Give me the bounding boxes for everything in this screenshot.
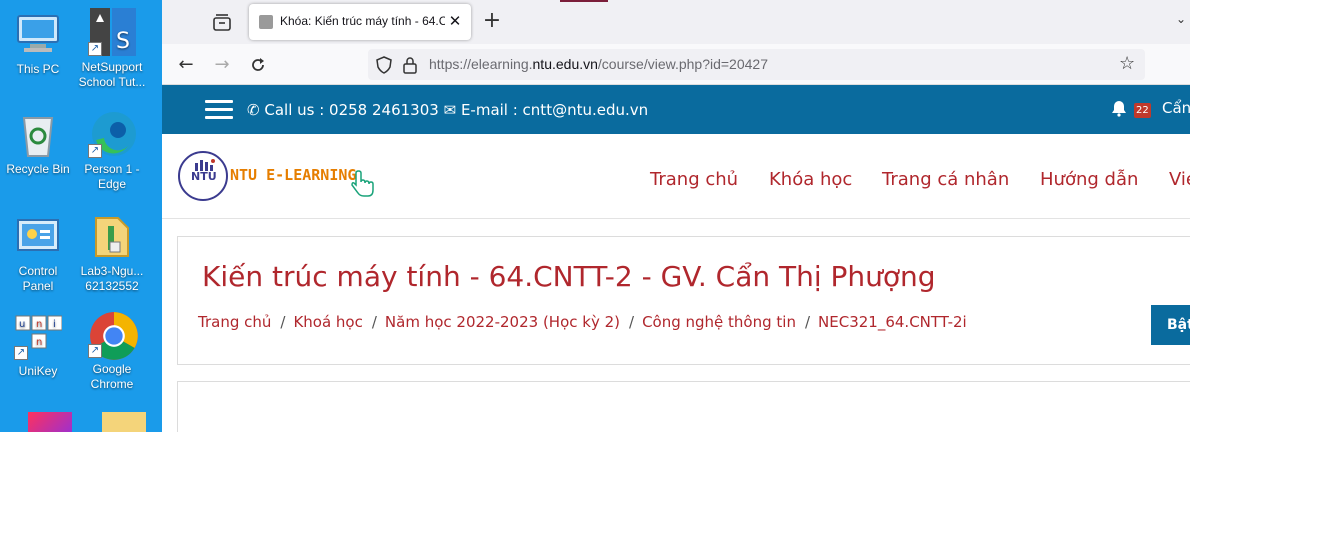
edit-mode-button[interactable]: Bật: [1151, 305, 1190, 345]
desktop-icon-label: Google Chrome: [90, 362, 134, 391]
url-text: https://elearning.ntu.edu.vn/course/view…: [429, 56, 768, 72]
url-prefix: https://elearning.: [429, 56, 533, 72]
netsupport-icon: S ↗: [88, 8, 136, 56]
desktop-icon-control-panel[interactable]: Control Panel: [2, 212, 74, 294]
shortcut-arrow-icon: ↗: [14, 346, 28, 360]
logo-wordmark: NTU E-LEARNING: [230, 166, 357, 184]
web-page: ✆ Call us : 0258 2461303 ✉ E-mail : cntt…: [162, 85, 1190, 432]
forward-button[interactable]: →: [209, 52, 235, 78]
breadcrumb-item-home[interactable]: Trang chủ: [198, 313, 271, 331]
page-favicon-icon: [259, 15, 273, 29]
svg-text:n: n: [36, 319, 42, 330]
course-header-card: Kiến trúc máy tính - 64.CNTT-2 - GV. Cẩn…: [177, 236, 1190, 365]
tab-accent-strip: [560, 0, 608, 2]
intellij-icon: [28, 412, 72, 432]
email-icon: ✉: [443, 101, 457, 119]
shortcut-arrow-icon: ↗: [88, 42, 102, 56]
svg-text:S: S: [116, 29, 130, 54]
new-tab-button[interactable]: +: [480, 10, 504, 34]
control-panel-icon: [14, 212, 62, 260]
zip-folder-icon: [88, 212, 136, 260]
desktop-icon-lab3[interactable]: Lab3-Ngu... 62132552: [76, 212, 148, 294]
tab-title: Khóa: Kiến trúc máy tính - 64.CN: [280, 14, 445, 28]
desktop-icon-label: Person 1 - Edge: [84, 162, 140, 191]
breadcrumb-item-year[interactable]: Năm học 2022-2023 (Học kỳ 2): [385, 313, 620, 331]
unikey-icon: unin ↗: [14, 312, 63, 360]
breadcrumb: Trang chủ / Khoá học / Năm học 2022-2023 (Họ…: [198, 313, 967, 331]
course-title: Kiến trúc máy tính - 64.CNTT-2 - GV. Cẩn…: [202, 260, 936, 293]
desktop-icon-recycle-bin[interactable]: Recycle Bin: [2, 110, 74, 177]
desktop-icon-this-pc[interactable]: This PC: [2, 10, 74, 77]
nav-toolbar: ← → https://elearning.ntu.edu.vn/course/…: [162, 44, 1190, 85]
desktop-icon-netsupport[interactable]: S ↗ NetSupport School Tut...: [76, 8, 148, 90]
tab-strip: Khóa: Kiến trúc máy tính - 64.CN ✕ + ⌄: [162, 0, 1190, 44]
site-topbar: ✆ Call us : 0258 2461303 ✉ E-mail : cntt…: [162, 85, 1190, 134]
site-logo[interactable]: NTU NTU E-LEARNING: [178, 151, 378, 203]
desktop-icon-partial-folder[interactable]: [88, 412, 160, 432]
tab-active[interactable]: Khóa: Kiến trúc máy tính - 64.CN ✕: [249, 4, 471, 40]
breadcrumb-item-courses[interactable]: Khoá học: [293, 313, 362, 331]
lock-icon[interactable]: [402, 56, 418, 74]
shortcut-arrow-icon: ↗: [88, 144, 102, 158]
desktop: This PC S ↗ NetSupport School Tut... Rec…: [0, 0, 162, 432]
desktop-icon-label: UniKey: [18, 364, 58, 378]
tab-close-icon[interactable]: ✕: [446, 12, 464, 30]
nav-item-profile[interactable]: Trang cá nhân: [882, 169, 1009, 190]
recycle-bin-icon: [14, 110, 62, 158]
menu-hamburger-icon[interactable]: [205, 100, 233, 120]
desktop-icon-chrome[interactable]: ↗ Google Chrome: [76, 310, 148, 392]
course-content-card: [177, 381, 1190, 432]
nav-item-guide[interactable]: Hướng dẫn: [1040, 169, 1138, 190]
ntu-mark-text: NTU: [191, 170, 217, 183]
breadcrumb-separator: /: [804, 313, 811, 331]
ntu-emblem: NTU: [178, 151, 228, 201]
chrome-icon: ↗: [88, 310, 138, 360]
breadcrumb-separator: /: [371, 313, 377, 331]
url-path: /course/view.php?id=20427: [597, 56, 768, 72]
notification-bell-icon[interactable]: [1110, 99, 1128, 117]
url-domain: ntu.edu.vn: [532, 56, 598, 72]
svg-text:i: i: [53, 319, 56, 330]
desktop-icon-label: Control Panel: [18, 264, 58, 293]
desktop-icon-label: Lab3-Ngu... 62132552: [80, 264, 144, 293]
computer-icon: [14, 10, 62, 58]
address-bar[interactable]: https://elearning.ntu.edu.vn/course/view…: [368, 49, 1145, 80]
phone-icon: ✆: [247, 101, 260, 119]
contact-email[interactable]: E-mail : cntt@ntu.edu.vn: [461, 101, 648, 119]
nav-item-courses[interactable]: Khóa học: [769, 169, 852, 190]
tab-list-icon: [213, 14, 231, 31]
bookmark-star-icon[interactable]: ☆: [1119, 54, 1139, 74]
notification-count-badge: 22: [1134, 103, 1151, 118]
svg-text:n: n: [36, 337, 42, 348]
tab-list-button[interactable]: [210, 10, 234, 34]
user-menu[interactable]: Cẩn: [1162, 99, 1190, 117]
pointing-hand-icon: [348, 169, 378, 199]
desktop-icon-label: Recycle Bin: [6, 162, 70, 176]
nav-item-home[interactable]: Trang chủ: [650, 169, 738, 190]
reload-button[interactable]: [245, 52, 271, 78]
browser-window: Khóa: Kiến trúc máy tính - 64.CN ✕ + ⌄ ←…: [162, 0, 1190, 432]
shortcut-arrow-icon: ↗: [88, 344, 102, 358]
contact-phone: Call us : 0258 2461303: [264, 101, 439, 119]
contact-info: ✆ Call us : 0258 2461303 ✉ E-mail : cntt…: [247, 101, 648, 119]
breadcrumb-item-course[interactable]: NEC321_64.CNTT-2i: [818, 313, 967, 331]
reload-icon: [252, 58, 264, 71]
desktop-icon-unikey[interactable]: unin ↗ UniKey: [2, 312, 74, 379]
svg-text:u: u: [19, 319, 25, 330]
desktop-icon-partial-intellij[interactable]: [14, 412, 86, 432]
breadcrumb-separator: /: [629, 313, 635, 331]
list-all-tabs-icon[interactable]: ⌄: [1176, 12, 1190, 32]
site-header: NTU NTU E-LEARNING Trang chủ Khóa học Tr…: [162, 134, 1190, 219]
edge-icon: ↗: [88, 110, 136, 158]
tracking-protection-icon[interactable]: [376, 56, 392, 74]
back-button[interactable]: ←: [173, 52, 199, 78]
nav-item-partial[interactable]: Vie: [1169, 169, 1190, 190]
folder-icon: [102, 412, 146, 432]
desktop-icon-label: NetSupport School Tut...: [78, 60, 146, 89]
breadcrumb-item-faculty[interactable]: Công nghệ thông tin: [642, 313, 796, 331]
breadcrumb-separator: /: [280, 313, 286, 331]
desktop-icon-edge[interactable]: ↗ Person 1 - Edge: [76, 110, 148, 192]
desktop-icon-label: This PC: [16, 62, 60, 76]
